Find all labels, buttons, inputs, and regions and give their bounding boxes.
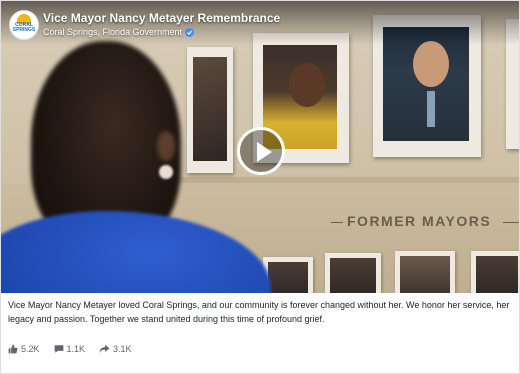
video-player[interactable]: FORMER MAYORS CORAL SPRINGS Vice Mayor N… bbox=[1, 1, 519, 293]
engagement-stats: 5.2K 1.1K 3.1K bbox=[8, 342, 132, 356]
share-arrow-icon bbox=[99, 344, 110, 354]
page-name-row: Coral Springs, Florida Government bbox=[43, 27, 195, 37]
video-post-card: FORMER MAYORS CORAL SPRINGS Vice Mayor N… bbox=[0, 0, 520, 374]
video-header-overlay: CORAL SPRINGS Vice Mayor Nancy Metayer R… bbox=[1, 1, 519, 45]
reactions-stat[interactable]: 5.2K bbox=[8, 344, 40, 354]
reactions-count: 5.2K bbox=[21, 344, 40, 354]
comments-count: 1.1K bbox=[66, 344, 86, 354]
page-name-link[interactable]: Coral Springs, Florida Government bbox=[43, 27, 182, 37]
shares-count: 3.1K bbox=[113, 344, 132, 354]
comment-icon bbox=[54, 344, 64, 354]
small-portrait-frame bbox=[471, 251, 519, 293]
comments-stat[interactable]: 1.1K bbox=[54, 344, 86, 354]
sign-line bbox=[503, 222, 519, 223]
post-caption: Vice Mayor Nancy Metayer loved Coral Spr… bbox=[8, 300, 510, 324]
page-avatar[interactable]: CORAL SPRINGS bbox=[9, 10, 39, 40]
play-button[interactable] bbox=[237, 127, 285, 175]
foreground-person bbox=[1, 41, 271, 293]
small-portrait-frame bbox=[395, 251, 455, 293]
video-title[interactable]: Vice Mayor Nancy Metayer Remembrance bbox=[43, 11, 280, 25]
play-icon bbox=[257, 142, 272, 162]
verified-badge-icon bbox=[185, 27, 195, 37]
small-portrait-frame bbox=[325, 253, 381, 293]
thumbs-up-icon bbox=[8, 344, 18, 354]
shares-stat[interactable]: 3.1K bbox=[99, 344, 132, 354]
sign-line bbox=[331, 222, 343, 223]
logo-text: CORAL SPRINGS bbox=[12, 22, 36, 33]
former-mayors-sign: FORMER MAYORS bbox=[347, 213, 492, 229]
